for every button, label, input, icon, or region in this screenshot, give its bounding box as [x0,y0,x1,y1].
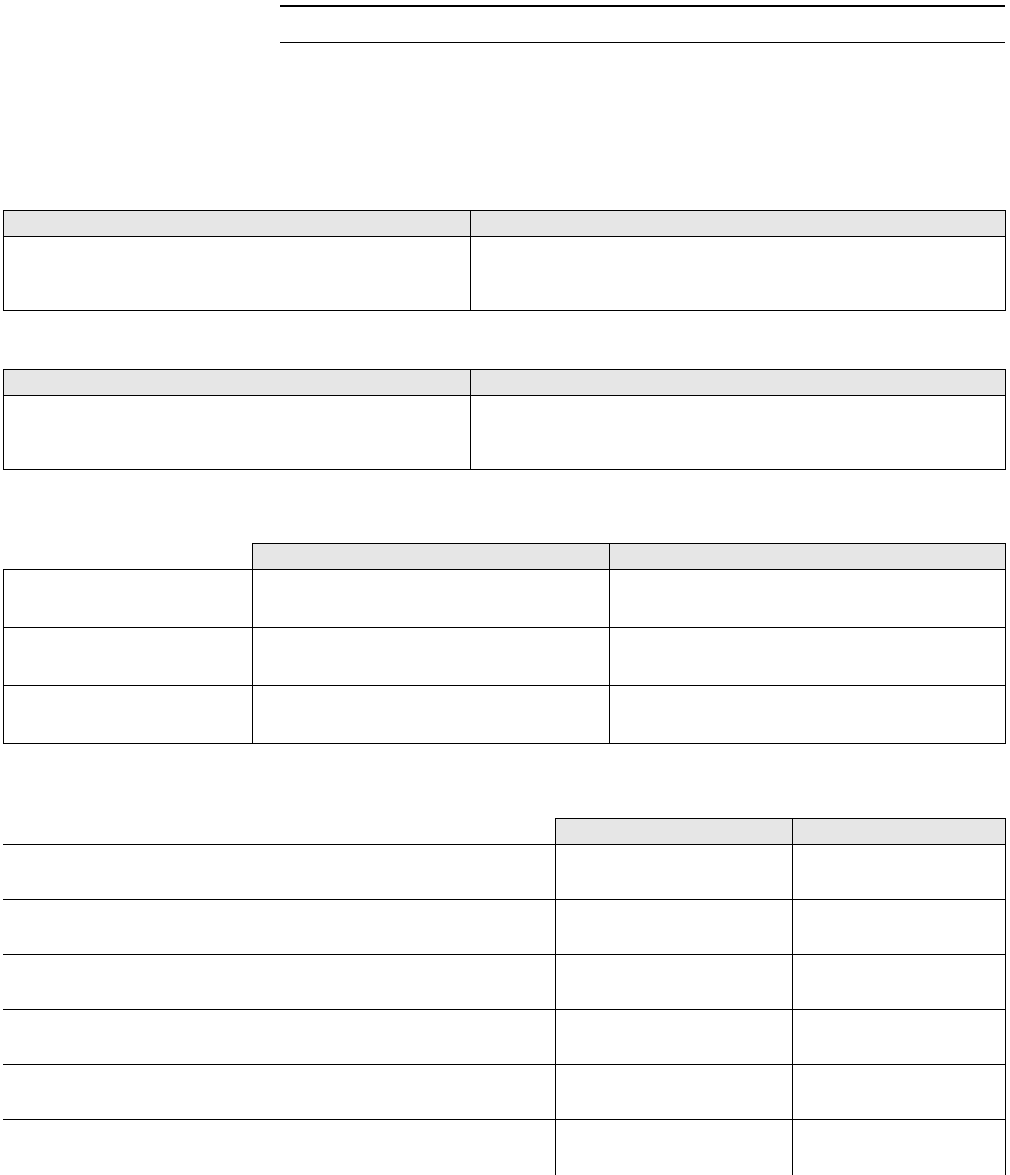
table-3-cell-2b[interactable] [610,686,1006,744]
table-4-cell-1a[interactable] [555,900,792,955]
table-3 [3,543,1006,744]
table-3-header-b [610,544,1006,570]
table-row [3,1120,1005,1175]
table-4-rowlabel-0 [3,845,555,900]
table-row [4,686,1006,744]
table-1-header-b [471,211,1006,237]
table-4-rowlabel-5 [3,1120,555,1175]
table-4-header-b [792,819,1005,845]
table-4-stub [3,819,555,845]
table-4-rowlabel-2 [3,955,555,1010]
table-row [3,845,1005,900]
table-4-cell-2a[interactable] [555,955,792,1010]
table-3-cell-1a[interactable] [253,628,610,686]
table-4-rowlabel-1 [3,900,555,955]
table-4-header-a [555,819,792,845]
table-4-cell-3a[interactable] [555,1010,792,1065]
table-row [3,1065,1005,1120]
table-4-cell-4a[interactable] [555,1065,792,1120]
table-2-header-b [471,370,1006,396]
table-3-cell-0b[interactable] [610,570,1006,628]
table-1-cell-b[interactable] [471,237,1006,311]
table-4-cell-0a[interactable] [555,845,792,900]
table-4-cell-3b[interactable] [792,1010,1005,1065]
table-row [3,955,1005,1010]
table-4 [3,818,1006,1175]
table-1-header-a [4,211,471,237]
table-4-cell-5b[interactable] [792,1120,1005,1175]
table-2 [3,369,1006,470]
table-3-rowlabel-0 [4,570,253,628]
table-2-cell-b[interactable] [471,396,1006,470]
table-2-header-a [4,370,471,396]
table-4-rowlabel-3 [3,1010,555,1065]
table-4-cell-5a[interactable] [555,1120,792,1175]
table-4-rowlabel-4 [3,1065,555,1120]
table-3-rowlabel-2 [4,686,253,744]
form-page [0,0,1010,1153]
table-4-cell-0b[interactable] [792,845,1005,900]
table-3-header-a [253,544,610,570]
table-4-cell-1b[interactable] [792,900,1005,955]
table-2-cell-a[interactable] [4,396,471,470]
table-4-cell-2b[interactable] [792,955,1005,1010]
table-row [3,900,1005,955]
table-4-cell-4b[interactable] [792,1065,1005,1120]
table-row [4,570,1006,628]
table-3-stub [4,544,253,570]
table-row [4,628,1006,686]
table-row [3,1010,1005,1065]
table-1-cell-a[interactable] [4,237,471,311]
hr-top-2 [280,42,1005,43]
table-1 [3,210,1006,311]
hr-top-1 [280,5,1005,7]
table-3-cell-2a[interactable] [253,686,610,744]
table-3-cell-1b[interactable] [610,628,1006,686]
table-3-rowlabel-1 [4,628,253,686]
table-3-cell-0a[interactable] [253,570,610,628]
